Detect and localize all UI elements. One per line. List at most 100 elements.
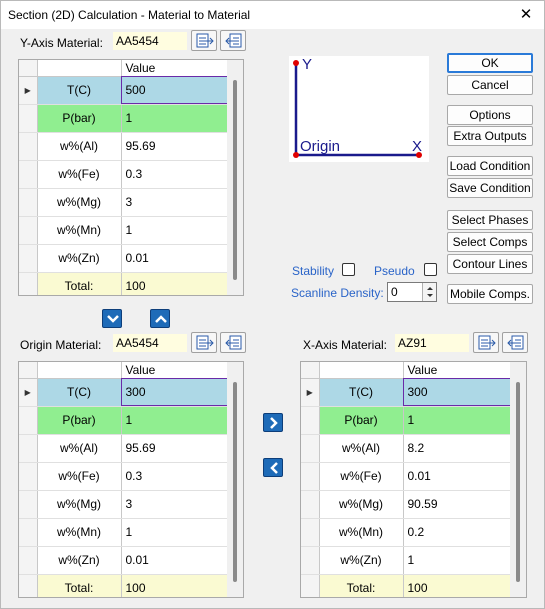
pseudo-checkbox[interactable] [424, 263, 437, 276]
row-value-cell[interactable]: 100 [121, 272, 232, 295]
row-selector[interactable]: ▶ [19, 76, 38, 105]
x-axis-export-button[interactable] [502, 332, 528, 353]
stepper-arrows[interactable] [422, 283, 436, 301]
row-value-cell[interactable]: 0.01 [121, 546, 232, 575]
origin-import-button[interactable] [191, 332, 217, 353]
row-value-cell[interactable]: 0.01 [403, 462, 514, 491]
row-selector[interactable] [19, 546, 38, 575]
table-row[interactable]: w%(Mn) 1 [19, 518, 232, 547]
row-selector[interactable] [19, 406, 38, 435]
row-selector[interactable] [19, 160, 38, 189]
row-value-cell[interactable]: 0.2 [403, 518, 514, 547]
table-row[interactable]: w%(Fe) 0.01 [301, 462, 514, 491]
table-row[interactable]: w%(Mg) 3 [19, 490, 232, 519]
row-value-cell[interactable]: 1 [403, 546, 514, 575]
row-value-cell[interactable]: 0.01 [121, 244, 232, 273]
row-selector[interactable] [19, 244, 38, 273]
row-selector[interactable] [19, 132, 38, 161]
row-selector[interactable] [19, 216, 38, 245]
row-value-cell[interactable]: 95.69 [121, 132, 232, 161]
load-condition-button[interactable]: Load Condition [447, 156, 533, 176]
row-selector[interactable] [301, 406, 320, 435]
table-row[interactable]: w%(Al) 95.69 [19, 132, 232, 161]
x-axis-scrollbar[interactable] [510, 362, 526, 597]
table-row[interactable]: w%(Al) 8.2 [301, 434, 514, 463]
row-value-cell[interactable]: 1 [121, 406, 232, 435]
table-row[interactable]: Total: 100 [301, 574, 514, 597]
select-phases-button[interactable]: Select Phases [447, 210, 533, 230]
row-selector[interactable] [19, 574, 38, 597]
row-selector[interactable] [19, 518, 38, 547]
row-value-cell[interactable]: 1 [121, 104, 232, 133]
select-comps-button[interactable]: Select Comps [447, 232, 533, 252]
row-selector[interactable] [19, 462, 38, 491]
table-row[interactable]: w%(Mn) 1 [19, 216, 232, 245]
table-row[interactable]: w%(Zn) 0.01 [19, 546, 232, 575]
row-selector[interactable] [301, 546, 320, 575]
origin-material-field[interactable]: AA5454 [113, 334, 187, 352]
table-row[interactable]: Total: 100 [19, 574, 232, 597]
contour-lines-button[interactable]: Contour Lines [447, 254, 533, 274]
row-value-cell[interactable]: 3 [121, 490, 232, 519]
table-row[interactable]: w%(Fe) 0.3 [19, 462, 232, 491]
table-row[interactable]: ▶ T(C) 300 [19, 378, 232, 407]
table-row[interactable]: w%(Al) 95.69 [19, 434, 232, 463]
row-value-cell[interactable]: 300 [121, 378, 232, 407]
row-value-cell[interactable]: 500 [121, 76, 232, 105]
close-icon[interactable]: ✕ [512, 3, 540, 27]
row-value-cell[interactable]: 300 [403, 378, 514, 407]
row-value-cell[interactable]: 0.3 [121, 462, 232, 491]
copy-up-button[interactable] [150, 309, 170, 328]
row-selector[interactable] [19, 434, 38, 463]
table-row[interactable]: P(bar) 1 [301, 406, 514, 435]
options-button[interactable]: Options [447, 105, 533, 125]
row-selector[interactable] [301, 462, 320, 491]
row-selector[interactable]: ▶ [19, 378, 38, 407]
y-axis-scrollbar[interactable] [227, 60, 243, 295]
copy-right-button[interactable] [263, 413, 283, 432]
y-axis-material-field[interactable]: AA5454 [113, 32, 187, 50]
row-selector[interactable] [19, 272, 38, 295]
origin-export-button[interactable] [220, 332, 246, 353]
row-value-cell[interactable]: 90.59 [403, 490, 514, 519]
y-axis-import-button[interactable] [191, 30, 217, 51]
row-selector[interactable] [301, 518, 320, 547]
cancel-button[interactable]: Cancel [447, 75, 533, 95]
row-selector[interactable] [19, 490, 38, 519]
mobile-comps-button[interactable]: Mobile Comps. [447, 284, 533, 304]
row-value-cell[interactable]: 95.69 [121, 434, 232, 463]
table-row[interactable]: w%(Zn) 0.01 [19, 244, 232, 273]
row-value-cell[interactable]: 3 [121, 188, 232, 217]
row-selector[interactable] [301, 574, 320, 597]
row-value-cell[interactable]: 1 [121, 518, 232, 547]
x-axis-import-button[interactable] [473, 332, 499, 353]
table-row[interactable]: P(bar) 1 [19, 406, 232, 435]
table-row[interactable]: Total: 100 [19, 272, 232, 295]
x-axis-material-field[interactable]: AZ91 [395, 334, 469, 352]
y-axis-export-button[interactable] [220, 30, 246, 51]
row-value-cell[interactable]: 1 [121, 216, 232, 245]
table-row[interactable]: w%(Mg) 3 [19, 188, 232, 217]
row-value-cell[interactable]: 0.3 [121, 160, 232, 189]
row-value-cell[interactable]: 8.2 [403, 434, 514, 463]
copy-down-button[interactable] [102, 309, 122, 328]
row-value-cell[interactable]: 100 [121, 574, 232, 597]
row-selector[interactable] [19, 188, 38, 217]
table-row[interactable]: w%(Mg) 90.59 [301, 490, 514, 519]
stability-checkbox[interactable] [342, 263, 355, 276]
table-row[interactable]: ▶ T(C) 300 [301, 378, 514, 407]
table-row[interactable]: ▶ T(C) 500 [19, 76, 232, 105]
row-selector[interactable] [301, 434, 320, 463]
row-value-cell[interactable]: 100 [403, 574, 514, 597]
table-row[interactable]: P(bar) 1 [19, 104, 232, 133]
table-row[interactable]: w%(Mn) 0.2 [301, 518, 514, 547]
ok-button[interactable]: OK [447, 53, 533, 73]
scanline-density-stepper[interactable]: 0 [387, 282, 437, 302]
row-value-cell[interactable]: 1 [403, 406, 514, 435]
extra-outputs-button[interactable]: Extra Outputs [447, 126, 533, 146]
row-selector[interactable]: ▶ [301, 378, 320, 407]
table-row[interactable]: w%(Fe) 0.3 [19, 160, 232, 189]
copy-left-button[interactable] [263, 458, 283, 477]
save-condition-button[interactable]: Save Condition [447, 178, 533, 198]
row-selector[interactable] [19, 104, 38, 133]
